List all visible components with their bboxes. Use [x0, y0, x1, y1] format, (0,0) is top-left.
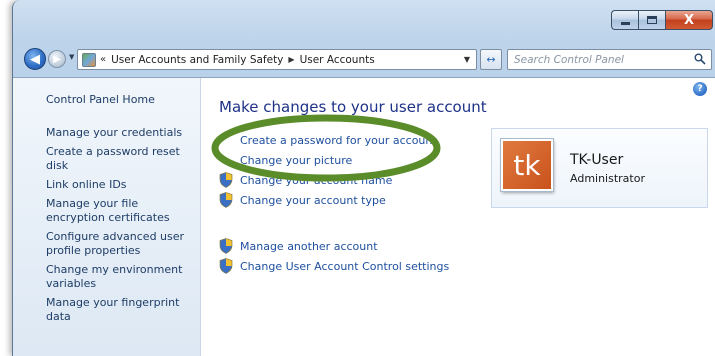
address-dropdown-icon[interactable]: ▼ [464, 55, 470, 64]
maximize-icon [647, 16, 657, 24]
control-panel-icon [82, 52, 96, 67]
forward-button[interactable]: ▶ [48, 50, 66, 68]
manage-credentials-link[interactable]: Manage your credentials [46, 126, 196, 140]
task-sidebar: Control Panel Home Manage your credentia… [13, 78, 201, 356]
task-label: Change User Account Control settings [240, 259, 450, 273]
change-uac-settings-link[interactable]: Change User Account Control settings [219, 256, 699, 276]
recent-pages-button[interactable]: ▼ [69, 53, 74, 61]
user-account-tile: tk TK-User Administrator [491, 128, 708, 208]
minimize-button[interactable] [611, 10, 638, 30]
task-label: Change your account name [240, 173, 393, 187]
uac-shield-icon [219, 238, 233, 254]
configure-advanced-user-profile-link[interactable]: Configure advanced user profile properti… [46, 230, 196, 258]
maximize-button[interactable] [638, 10, 665, 30]
avatar: tk [501, 139, 553, 191]
user-name: TK-User [570, 152, 624, 168]
search-input[interactable]: Search Control Panel [507, 49, 712, 70]
create-password-reset-disk-link[interactable]: Create a password reset disk [46, 145, 196, 173]
help-button[interactable]: ? [693, 82, 707, 96]
page-title: Make changes to your user account [219, 98, 487, 116]
change-environment-variables-link[interactable]: Change my environment variables [46, 263, 196, 291]
minimize-icon [620, 21, 630, 25]
breadcrumb-user-accounts[interactable]: User Accounts [300, 54, 375, 66]
back-arrow-icon: ◀ [30, 51, 40, 67]
task-label: Change your picture [240, 153, 353, 167]
manage-file-encryption-certificates-link[interactable]: Manage your file encryption certificates [46, 197, 196, 225]
forward-arrow-icon: ▶ [53, 53, 61, 65]
task-label: Change your account type [240, 193, 386, 207]
control-panel-home-link[interactable]: Control Panel Home [46, 93, 200, 106]
search-placeholder: Search Control Panel [514, 53, 624, 66]
navigation-bar: ◀ ▶ ▼ « User Accounts and Family Safety … [13, 44, 715, 74]
control-panel-window: X ◀ ▶ ▼ « User Accounts and Family Safet… [12, 0, 715, 356]
content-area: Control Panel Home Manage your credentia… [13, 77, 715, 356]
link-online-ids-link[interactable]: Link online IDs [46, 178, 196, 192]
breadcrumb-user-accounts-and-family-safety[interactable]: User Accounts and Family Safety [111, 54, 283, 66]
help-icon: ? [697, 84, 703, 94]
close-button[interactable]: X [665, 10, 713, 30]
task-label: Create a password for your account [240, 133, 437, 147]
breadcrumb-overflow[interactable]: « [100, 54, 106, 65]
uac-shield-icon [219, 172, 233, 188]
breadcrumb-separator-icon[interactable]: ▶ [288, 55, 294, 64]
back-button[interactable]: ◀ [24, 48, 46, 70]
refresh-button[interactable]: ↔ [480, 49, 502, 70]
refresh-icon: ↔ [486, 53, 496, 66]
search-icon[interactable] [694, 53, 706, 65]
manage-another-account-link[interactable]: Manage another account [219, 236, 699, 256]
uac-shield-icon [219, 258, 233, 274]
manage-fingerprint-data-link[interactable]: Manage your fingerprint data [46, 296, 196, 324]
address-bar[interactable]: « User Accounts and Family Safety ▶ User… [77, 49, 477, 70]
user-role: Administrator [570, 172, 645, 185]
caption-buttons: X [611, 10, 713, 30]
avatar-text: tk [513, 148, 541, 182]
uac-shield-icon [219, 192, 233, 208]
close-icon: X [683, 12, 695, 28]
task-label: Manage another account [240, 239, 378, 253]
